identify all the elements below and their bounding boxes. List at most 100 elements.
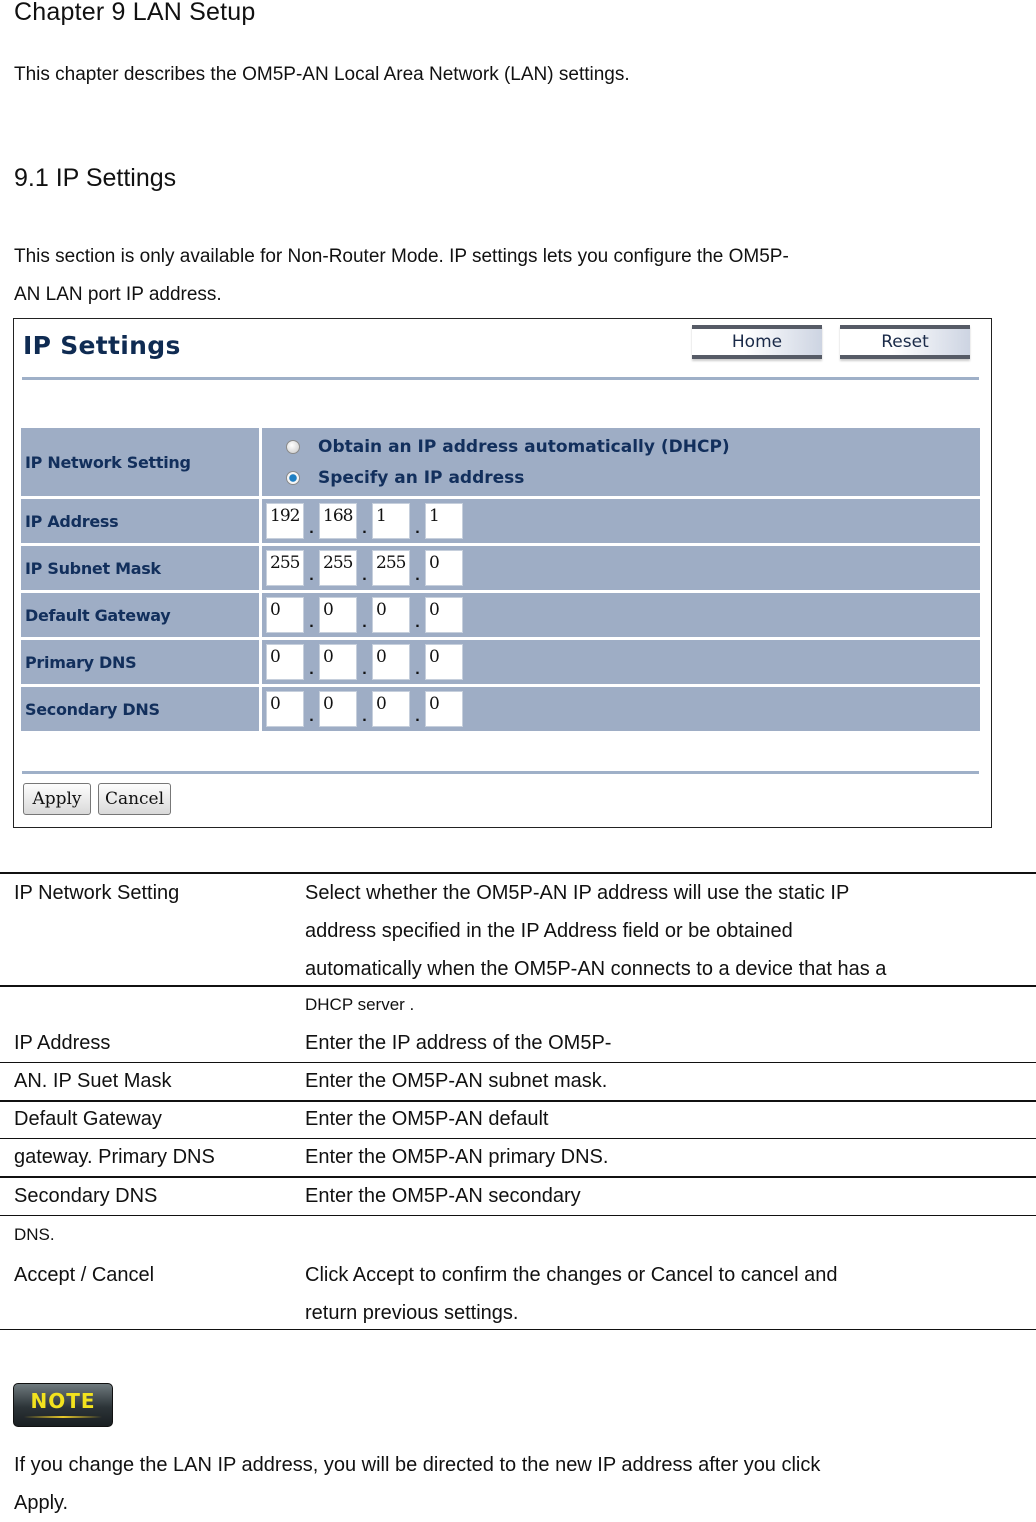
footer-divider [22, 771, 979, 774]
primary-dns-octet-4[interactable]: 0 [425, 644, 463, 680]
description-line: Select whether the OM5P-AN IP address wi… [305, 882, 850, 904]
gateway-octet-1[interactable]: 0 [266, 597, 304, 633]
description-line: return previous settings. [305, 1302, 519, 1324]
field-label: Default Gateway [21, 593, 259, 637]
form-row-subnet-mask: IP Subnet Mask 255. 255. 255. 0 [21, 546, 980, 590]
field-label: Secondary DNS [21, 687, 259, 731]
secondary-dns-inputs: 0. 0. 0. 0 [262, 687, 980, 731]
form-row-ip-address: IP Address 192. 168. 1. 1 [21, 499, 980, 543]
octet-separator: . [415, 567, 420, 584]
ip-address-octet-1[interactable]: 192 [266, 503, 304, 539]
secondary-dns-octet-1[interactable]: 0 [266, 691, 304, 727]
section-description-line: AN LAN port IP address. [14, 284, 222, 305]
table-term: gateway. Primary DNS [14, 1146, 215, 1168]
ip-address-inputs: 192. 168. 1. 1 [262, 499, 980, 543]
octet-separator: . [362, 708, 367, 725]
field-label: IP Address [21, 499, 259, 543]
field-label: IP Network Setting [21, 428, 259, 496]
radio-option-dhcp[interactable]: Obtain an IP address automatically (DHCP… [286, 431, 730, 462]
table-rule [0, 1215, 1036, 1216]
table-description: Enter the OM5P-AN default [305, 1108, 549, 1130]
octet-separator: . [309, 661, 314, 678]
table-term: IP Network Setting [14, 882, 180, 904]
field-label: Primary DNS [21, 640, 259, 684]
description-line: address specified in the IP Address fiel… [305, 920, 793, 942]
description-line: automatically when the OM5P-AN connects … [305, 958, 887, 980]
radio-label: Obtain an IP address automatically (DHCP… [318, 436, 730, 457]
octet-separator: . [415, 520, 420, 537]
ip-address-octet-2[interactable]: 168 [319, 503, 357, 539]
radio-static[interactable] [286, 470, 300, 485]
cancel-button[interactable]: Cancel [98, 783, 171, 815]
octet-separator: . [415, 661, 420, 678]
octet-separator: . [309, 708, 314, 725]
table-term: Accept / Cancel [14, 1264, 155, 1286]
field-label: IP Subnet Mask [21, 546, 259, 590]
network-mode-radio-group: Obtain an IP address automatically (DHCP… [262, 428, 980, 496]
note-line: If you change the LAN IP address, you wi… [14, 1454, 821, 1476]
table-description: Enter the OM5P-AN primary DNS. [305, 1146, 609, 1168]
subnet-mask-octet-3[interactable]: 255 [372, 550, 410, 586]
subnet-mask-octet-1[interactable]: 255 [266, 550, 304, 586]
radio-label: Specify an IP address [318, 467, 525, 488]
note-badge-label: NOTE [30, 1389, 96, 1413]
home-button[interactable]: Home [692, 325, 822, 359]
primary-dns-octet-2[interactable]: 0 [319, 644, 357, 680]
section-description: This section is only available for Non-R… [14, 238, 1036, 314]
subnet-mask-octet-4[interactable]: 0 [425, 550, 463, 586]
table-term: Secondary DNS [14, 1185, 158, 1207]
octet-separator: . [362, 661, 367, 678]
table-term: DNS. [14, 1225, 55, 1244]
section-description-line: This section is only available for Non-R… [14, 246, 789, 267]
primary-dns-inputs: 0. 0. 0. 0 [262, 640, 980, 684]
gateway-octet-3[interactable]: 0 [372, 597, 410, 633]
ip-settings-form: IP Network Setting Obtain an IP address … [21, 428, 980, 734]
octet-separator: . [415, 708, 420, 725]
octet-separator: . [362, 567, 367, 584]
gateway-octet-2[interactable]: 0 [319, 597, 357, 633]
chapter-intro: This chapter describes the OM5P-AN Local… [14, 64, 630, 85]
table-description: Select whether the OM5P-AN IP address wi… [305, 874, 1030, 988]
table-description: DHCP server . [305, 995, 415, 1014]
octet-separator: . [309, 567, 314, 584]
form-row-default-gateway: Default Gateway 0. 0. 0. 0 [21, 593, 980, 637]
form-row-primary-dns: Primary DNS 0. 0. 0. 0 [21, 640, 980, 684]
reset-button[interactable]: Reset [840, 325, 970, 359]
table-description: Click Accept to confirm the changes or C… [305, 1256, 1030, 1332]
subnet-mask-octet-2[interactable]: 255 [319, 550, 357, 586]
note-line: Apply. [14, 1492, 69, 1514]
note-badge-glow [24, 1416, 102, 1418]
octet-separator: . [362, 614, 367, 631]
ip-settings-title: IP Settings [23, 331, 181, 360]
note-text: If you change the LAN IP address, you wi… [14, 1446, 1034, 1522]
table-term: Default Gateway [14, 1108, 162, 1130]
radio-option-static[interactable]: Specify an IP address [286, 462, 524, 493]
description-line: Click Accept to confirm the changes or C… [305, 1264, 838, 1286]
octet-separator: . [362, 520, 367, 537]
octet-separator: . [309, 614, 314, 631]
header-divider [22, 377, 979, 380]
ip-address-octet-3[interactable]: 1 [372, 503, 410, 539]
octet-separator: . [415, 614, 420, 631]
secondary-dns-octet-2[interactable]: 0 [319, 691, 357, 727]
secondary-dns-octet-3[interactable]: 0 [372, 691, 410, 727]
ip-settings-screenshot: IP Settings Home Reset IP Network Settin… [13, 318, 992, 828]
ip-address-octet-4[interactable]: 1 [425, 503, 463, 539]
section-title: 9.1 IP Settings [14, 164, 177, 192]
table-description: Enter the OM5P-AN secondary [305, 1185, 581, 1207]
note-badge-icon: NOTE [13, 1383, 113, 1427]
secondary-dns-octet-4[interactable]: 0 [425, 691, 463, 727]
subnet-mask-inputs: 255. 255. 255. 0 [262, 546, 980, 590]
table-description: Enter the IP address of the OM5P- [305, 1032, 612, 1054]
gateway-octet-4[interactable]: 0 [425, 597, 463, 633]
form-row-network-setting: IP Network Setting Obtain an IP address … [21, 428, 980, 496]
primary-dns-octet-1[interactable]: 0 [266, 644, 304, 680]
primary-dns-octet-3[interactable]: 0 [372, 644, 410, 680]
chapter-title: Chapter 9 LAN Setup [14, 0, 256, 26]
table-description: Enter the OM5P-AN subnet mask. [305, 1070, 608, 1092]
table-term: IP Address [14, 1032, 111, 1054]
form-row-secondary-dns: Secondary DNS 0. 0. 0. 0 [21, 687, 980, 731]
apply-button[interactable]: Apply [23, 783, 91, 815]
table-term: AN. IP Suet Mask [14, 1070, 172, 1092]
radio-dhcp[interactable] [286, 439, 300, 454]
